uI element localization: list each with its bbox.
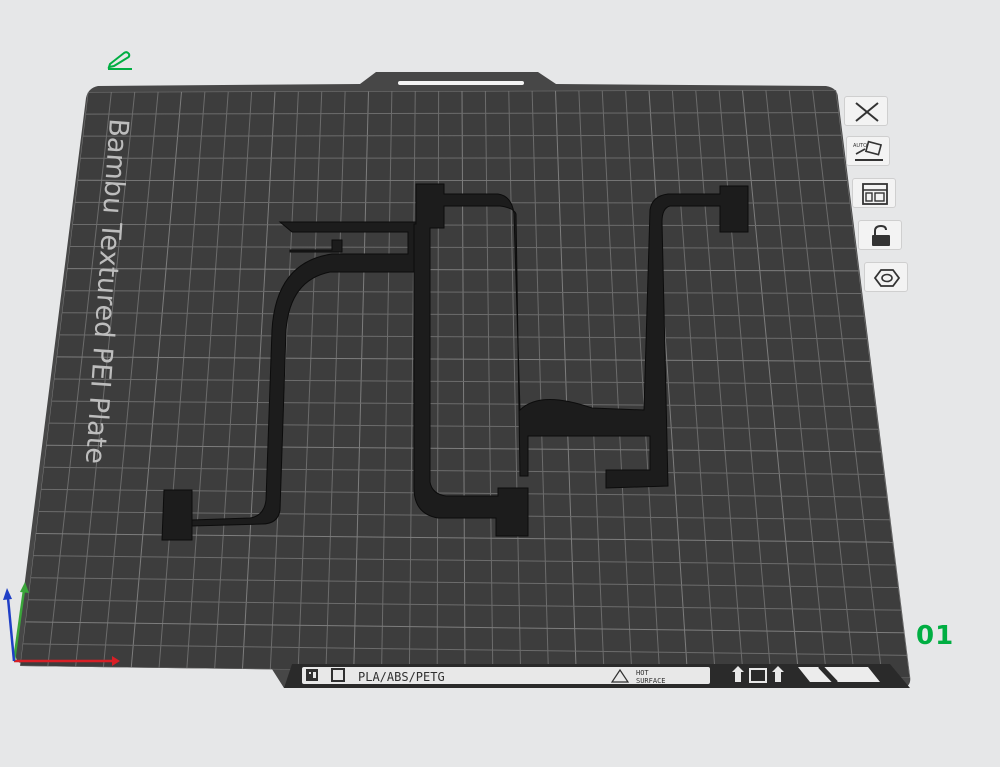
plate-settings-icon [873, 269, 901, 287]
plate-settings-button[interactable] [864, 262, 908, 292]
plate-label-strip: PLA/ABS/PETG HOT SURFACE [284, 664, 910, 688]
lock-button[interactable] [858, 220, 902, 250]
material-label: PLA/ABS/PETG [358, 670, 445, 684]
plate-number: 01 [916, 621, 955, 651]
close-icon [855, 102, 879, 122]
arrange-button[interactable] [852, 178, 896, 208]
auto-orient-icon: AUTO [853, 140, 883, 161]
close-button[interactable] [844, 96, 888, 126]
hot-label-2: SURFACE [636, 677, 666, 685]
plate-handle-slot [398, 81, 524, 85]
lock-icon [872, 224, 890, 246]
auto-text: AUTO [853, 143, 867, 149]
auto-orient-button[interactable]: AUTO [846, 136, 890, 166]
hot-label-1: HOT [636, 669, 649, 677]
z-axis [6, 597, 16, 662]
build-plate[interactable]: PLA/ABS/PETG HOT SURFACE Bambu Textured … [15, 72, 911, 688]
arrange-icon [862, 183, 888, 205]
edit-plate-name-icon[interactable] [106, 48, 134, 70]
